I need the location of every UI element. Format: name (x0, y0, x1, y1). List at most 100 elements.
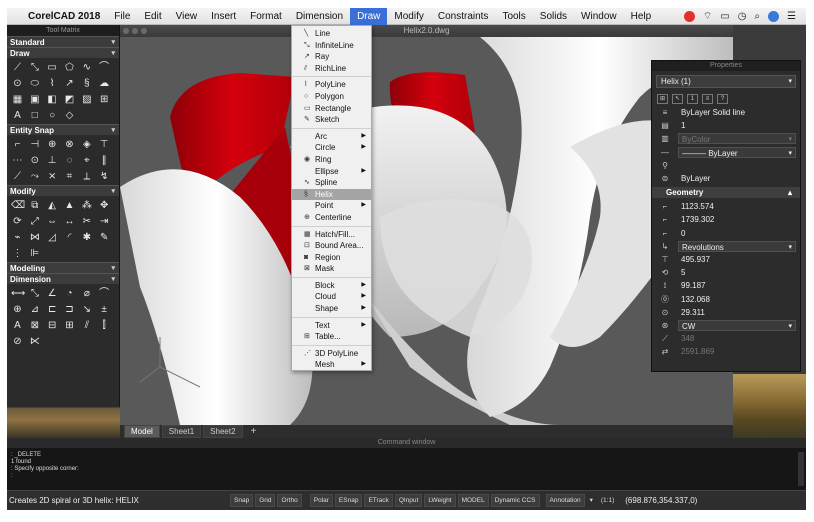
snap-node-icon[interactable]: ⊗ (63, 138, 76, 151)
siri-icon[interactable] (768, 11, 780, 22)
snap-settings-icon[interactable]: ⌗ (63, 170, 76, 183)
toggle-grid[interactable]: Grid (255, 494, 276, 507)
dim-diameter-icon[interactable]: ⌀ (80, 287, 93, 300)
property-value[interactable]: ByColor (678, 133, 796, 145)
toggle-ortho[interactable]: Ortho (277, 494, 302, 507)
menu-constraints[interactable]: Constraints (431, 8, 496, 25)
draw-menu-item-spline[interactable]: ∿ Spline (292, 177, 371, 189)
draw-menu-item-polyline[interactable]: ⌇ PolyLine (292, 79, 371, 91)
dim-arc-icon[interactable]: ⌒ (98, 287, 111, 300)
property-value[interactable]: Revolutions (678, 240, 796, 253)
property-value[interactable]: 1 (678, 120, 800, 131)
menu-help[interactable]: Help (624, 8, 659, 25)
menu-edit[interactable]: Edit (137, 8, 168, 25)
battery-icon[interactable]: ▭ (720, 11, 729, 22)
dim-baseline-icon[interactable]: ⊏ (46, 303, 59, 316)
drawing-canvas[interactable] (120, 37, 733, 425)
geometry-section-header[interactable]: Geometry (652, 187, 800, 199)
dim-continue-icon[interactable]: ⊐ (63, 303, 76, 316)
mask-tool-icon[interactable]: ◩ (63, 93, 76, 106)
pattern-icon[interactable]: ⁂ (80, 199, 93, 212)
dim-center-icon[interactable]: ⊕ (11, 303, 24, 316)
draw-menu-item-rectangle[interactable]: ▭ Rectangle (292, 103, 371, 115)
toggle-snap[interactable]: Snap (230, 494, 254, 507)
dim-aligned-icon[interactable]: ⤡ (28, 287, 41, 300)
draw-menu-item-hatch-fill[interactable]: ▦ Hatch/Fill... (292, 229, 371, 241)
section-modify[interactable]: Modify ▾ (7, 185, 119, 196)
draw-menu-item-sketch[interactable]: ✎ Sketch (292, 114, 371, 126)
draw-menu-item-bound-area[interactable]: ⊡ Bound Area... (292, 240, 371, 252)
draw-menu-item-line[interactable]: ╲ Line (292, 28, 371, 40)
property-value[interactable] (678, 160, 800, 171)
ellipse-tool-icon[interactable]: ⬭ (28, 77, 41, 90)
zoom-button[interactable] (141, 28, 147, 34)
draw-menu-item-ray[interactable]: ↗ Ray (292, 51, 371, 63)
snap-tangent-icon[interactable]: ◌ (63, 154, 76, 167)
draw-menu-item-arc[interactable]: Arc ▶ (292, 131, 371, 143)
minimize-button[interactable] (132, 28, 138, 34)
snap-perpendicular-icon[interactable]: ⊥ (46, 154, 59, 167)
command-scrollbar[interactable] (798, 452, 804, 486)
add-sheet-button[interactable]: + (245, 426, 263, 437)
align-icon[interactable]: ⊫ (28, 247, 41, 260)
scale-icon[interactable]: ⤢ (28, 215, 41, 228)
dim-override-icon[interactable]: ⊟ (46, 319, 59, 332)
region-tool-icon[interactable]: ▣ (28, 93, 41, 106)
draw-menu-item-centerline[interactable]: ⊕ Centerline (292, 212, 371, 224)
ring-tool-icon[interactable]: ○ (46, 109, 59, 122)
app-menu[interactable]: CorelCAD 2018 (21, 8, 107, 25)
stretch-icon[interactable]: ⇔ (46, 215, 59, 228)
dim-leader-icon[interactable]: ↘ (80, 303, 93, 316)
draw-menu-item-circle[interactable]: Circle ▶ (292, 142, 371, 154)
shape-tool-icon[interactable]: ◇ (63, 109, 76, 122)
dim-radius-icon[interactable]: ◔ (63, 287, 76, 300)
section-draw[interactable]: Draw ▾ (7, 47, 119, 58)
toggle-dynamic-ccs[interactable]: Dynamic CCS (490, 494, 540, 507)
close-button[interactable] (123, 28, 129, 34)
property-value[interactable]: 1739.302 (678, 214, 800, 225)
infiniteline-tool-icon[interactable]: ⤡ (28, 61, 41, 74)
draw-menu-item-ellipse[interactable]: Ellipse ▶ (292, 166, 371, 178)
explode-icon[interactable]: ✱ (80, 231, 93, 244)
draw-menu-item-cloud[interactable]: Cloud ▶ (292, 291, 371, 303)
dim-ordinate-icon[interactable]: ⊿ (28, 303, 41, 316)
snap-intersection-icon[interactable]: ⊤ (98, 138, 111, 151)
property-value[interactable]: ——— ByLayer (678, 146, 796, 159)
quick-select-icon[interactable]: ⊞ (657, 94, 668, 104)
draw-menu-item-region[interactable]: ◙ Region (292, 252, 371, 264)
property-value[interactable]: 132.068 (678, 294, 800, 305)
polyline-tool-icon[interactable]: ⌇ (46, 77, 59, 90)
rotate-icon[interactable]: ⟳ (11, 215, 24, 228)
property-value[interactable]: 495.937 (678, 254, 800, 265)
polygon-tool-icon[interactable]: ⬠ (63, 61, 76, 74)
pickadd-icon[interactable]: 1 (687, 94, 698, 104)
annotation-scale[interactable]: (1:1) (597, 495, 618, 506)
draw-menu-item-3d-polyline[interactable]: ⋰ 3D PolyLine (292, 348, 371, 360)
draw-menu-item-mesh[interactable]: Mesh ▶ (292, 359, 371, 371)
text-tool-icon[interactable]: A (11, 109, 24, 122)
property-value[interactable]: 29.311 (678, 307, 800, 318)
move-icon[interactable]: ✥ (98, 199, 111, 212)
dim-angular-icon[interactable]: ∠ (46, 287, 59, 300)
extend-icon[interactable]: ⇥ (98, 215, 111, 228)
draw-menu-item-infiniteline[interactable]: ⤡ InfiniteLine (292, 40, 371, 52)
annotation-dropdown[interactable]: Annotation (545, 494, 585, 507)
copy-icon[interactable]: ⧉ (28, 199, 41, 212)
break-icon[interactable]: ⌁ (11, 231, 24, 244)
chamfer-icon[interactable]: ◿ (46, 231, 59, 244)
selection-dropdown[interactable]: Helix (1) (656, 75, 796, 88)
snap-parallel-icon[interactable]: ∥ (98, 154, 111, 167)
menu-dimension[interactable]: Dimension (289, 8, 350, 25)
property-value[interactable]: 0 (678, 228, 800, 239)
mirror-icon[interactable]: ◭ (46, 199, 59, 212)
snap-fromto-icon[interactable]: ⤳ (28, 170, 41, 183)
tab-sheet2[interactable]: Sheet2 (203, 425, 243, 438)
toggle-description-icon[interactable]: ≡ (702, 94, 713, 104)
property-value[interactable]: 1123.574 (678, 201, 800, 212)
property-value[interactable]: CW (678, 319, 796, 332)
helix-tool-icon[interactable]: § (80, 77, 93, 90)
spline-tool-icon[interactable]: ∿ (80, 61, 93, 74)
menu-view[interactable]: View (169, 8, 205, 25)
square-tool-icon[interactable]: □ (28, 109, 41, 122)
lengthen-icon[interactable]: ↔ (63, 215, 76, 228)
